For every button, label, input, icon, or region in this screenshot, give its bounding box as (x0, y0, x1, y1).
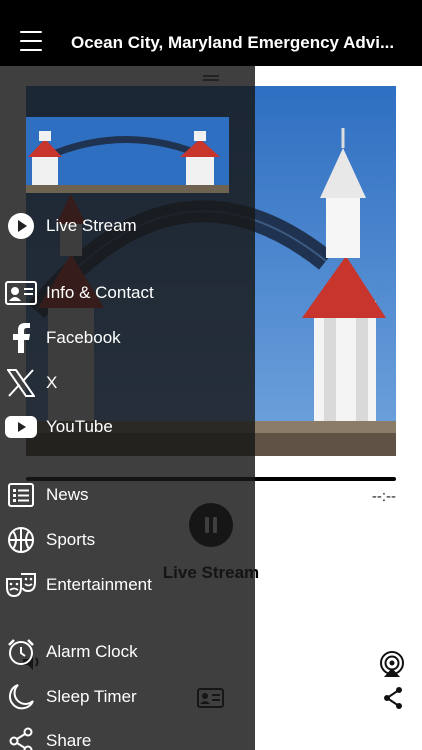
app-header: Ocean City, Maryland Emergency Advi... (0, 0, 422, 66)
hamburger-menu-icon[interactable] (20, 31, 42, 53)
menu-item-x[interactable]: X (0, 364, 255, 402)
share-icon[interactable] (382, 686, 404, 710)
news-list-icon (5, 481, 37, 509)
navigation-drawer: Live Stream Info & Contact Facebook X Yo… (0, 66, 255, 750)
menu-item-youtube[interactable]: YouTube (0, 408, 255, 446)
menu-item-sleep-timer[interactable]: Sleep Timer (0, 678, 255, 716)
share-icon (5, 727, 37, 750)
youtube-icon (5, 413, 37, 441)
app-title: Ocean City, Maryland Emergency Advi... (71, 33, 395, 52)
menu-item-entertainment[interactable]: Entertainment (0, 566, 255, 604)
alarm-clock-icon (5, 638, 37, 666)
menu-item-info-contact[interactable]: Info & Contact (0, 274, 255, 312)
moon-icon (5, 683, 37, 711)
menu-item-facebook[interactable]: Facebook (0, 319, 255, 357)
menu-item-news[interactable]: News (0, 476, 255, 514)
menu-item-label: Info & Contact (46, 283, 154, 302)
menu-item-label: Alarm Clock (46, 642, 138, 661)
menu-item-share[interactable]: Share (0, 722, 255, 750)
time-remaining: --:-- (371, 488, 396, 505)
menu-item-label: Sports (46, 530, 96, 549)
basketball-icon (5, 526, 37, 554)
contact-card-icon (5, 279, 37, 307)
play-circle-icon (5, 212, 37, 240)
facebook-icon (5, 323, 37, 353)
menu-item-label: Sleep Timer (46, 687, 137, 706)
menu-item-label: News (46, 485, 89, 504)
menu-item-label: Entertainment (46, 575, 152, 594)
x-logo-icon (5, 369, 37, 397)
menu-item-label: YouTube (46, 417, 113, 436)
menu-item-label: Facebook (46, 328, 121, 347)
menu-item-alarm-clock[interactable]: Alarm Clock (0, 633, 255, 671)
menu-item-live-stream[interactable]: Live Stream (0, 207, 255, 245)
drawer-banner-image (26, 117, 229, 193)
menu-item-sports[interactable]: Sports (0, 521, 255, 559)
menu-item-label: X (46, 373, 58, 392)
airplay-icon[interactable] (378, 650, 406, 678)
menu-item-label: Live Stream (46, 216, 137, 235)
menu-item-label: Share (46, 731, 92, 750)
theater-masks-icon (5, 571, 37, 599)
